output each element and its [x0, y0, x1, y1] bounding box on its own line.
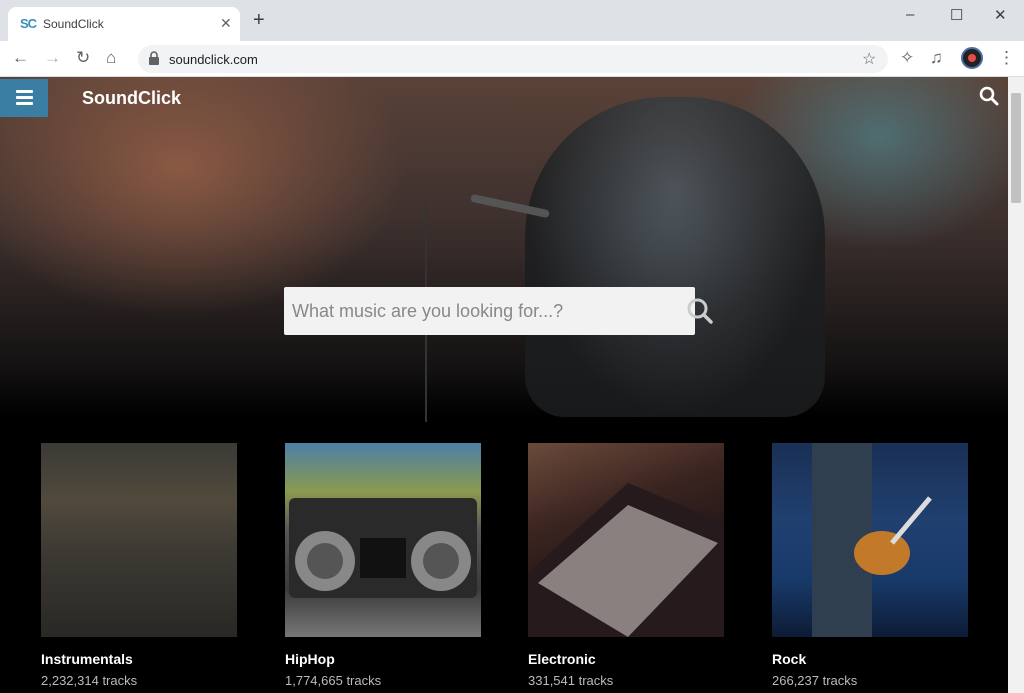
minimize-icon[interactable]: – [906, 6, 914, 23]
genre-image-boombox[interactable] [285, 443, 481, 637]
music-search-box [284, 287, 713, 335]
lock-icon [149, 51, 159, 65]
search-submit-icon[interactable] [686, 297, 714, 325]
scrollbar-thumb[interactable] [1011, 93, 1021, 203]
reload-icon[interactable]: ↻ [76, 48, 90, 68]
genre-name[interactable]: Instrumentals [41, 651, 133, 667]
genre-name[interactable]: Rock [772, 651, 806, 667]
back-icon[interactable]: ← [12, 48, 29, 68]
genre-image-guitarist[interactable] [772, 443, 968, 637]
genre-name[interactable]: Electronic [528, 651, 596, 667]
hamburger-line-icon [16, 90, 33, 93]
hamburger-line-icon [16, 96, 33, 99]
extensions-icon[interactable]: ✧ [900, 48, 914, 68]
guitarist-graphic [812, 443, 932, 637]
page-scrollbar[interactable] [1008, 77, 1024, 693]
chrome-menu-icon[interactable]: ⋮ [998, 48, 1015, 68]
close-window-icon[interactable]: ✕ [994, 6, 1007, 24]
home-icon[interactable]: ⌂ [106, 48, 116, 68]
tab-close-icon[interactable]: ✕ [220, 15, 232, 32]
page-content: SoundClick Instrumentals 2,232,314 track… [0, 77, 1008, 693]
genre-image-mixing-console[interactable] [41, 443, 237, 637]
bookmark-star-icon[interactable]: ☆ [862, 49, 876, 69]
browser-toolbar: ← → ↻ ⌂ soundclick.com ☆ ✧ ♫ ⋮ [0, 41, 1024, 77]
genre-card-instrumentals[interactable]: Instrumentals 2,232,314 tracks [41, 443, 237, 688]
browser-tab[interactable]: SC SoundClick ✕ [8, 7, 240, 41]
url-text: soundclick.com [169, 52, 258, 67]
soundclick-favicon-icon: SC [20, 16, 37, 31]
hero-banner [0, 77, 1008, 422]
hamburger-menu-button[interactable] [0, 79, 48, 117]
genre-card-electronic[interactable]: Electronic 331,541 tracks [528, 443, 724, 688]
forward-icon[interactable]: → [44, 48, 61, 68]
genre-card-rock[interactable]: Rock 266,237 tracks [772, 443, 968, 688]
header-search-icon[interactable] [979, 86, 999, 106]
genre-card-hiphop[interactable]: HipHop 1,774,665 tracks [285, 443, 481, 688]
tab-title: SoundClick [43, 17, 104, 31]
keyboard-graphic [528, 483, 724, 637]
site-logo[interactable]: SoundClick [82, 88, 181, 109]
genre-track-count: 1,774,665 tracks [285, 673, 382, 688]
media-playlist-icon[interactable]: ♫ [930, 48, 943, 68]
profile-avatar[interactable] [961, 47, 983, 69]
music-search-input[interactable] [284, 287, 644, 335]
genre-image-keyboard[interactable] [528, 443, 724, 637]
new-tab-icon[interactable]: + [253, 10, 265, 30]
address-bar[interactable]: soundclick.com ☆ [138, 45, 888, 73]
genre-track-count: 266,237 tracks [772, 673, 858, 688]
singer-silhouette [525, 97, 825, 417]
boombox-graphic [289, 498, 477, 598]
genre-track-count: 2,232,314 tracks [41, 673, 138, 688]
maximize-icon[interactable]: ☐ [950, 6, 963, 24]
genre-track-count: 331,541 tracks [528, 673, 614, 688]
genre-name[interactable]: HipHop [285, 651, 335, 667]
hamburger-line-icon [16, 102, 33, 105]
browser-tab-strip: SC SoundClick ✕ + – ☐ ✕ [0, 0, 1024, 41]
